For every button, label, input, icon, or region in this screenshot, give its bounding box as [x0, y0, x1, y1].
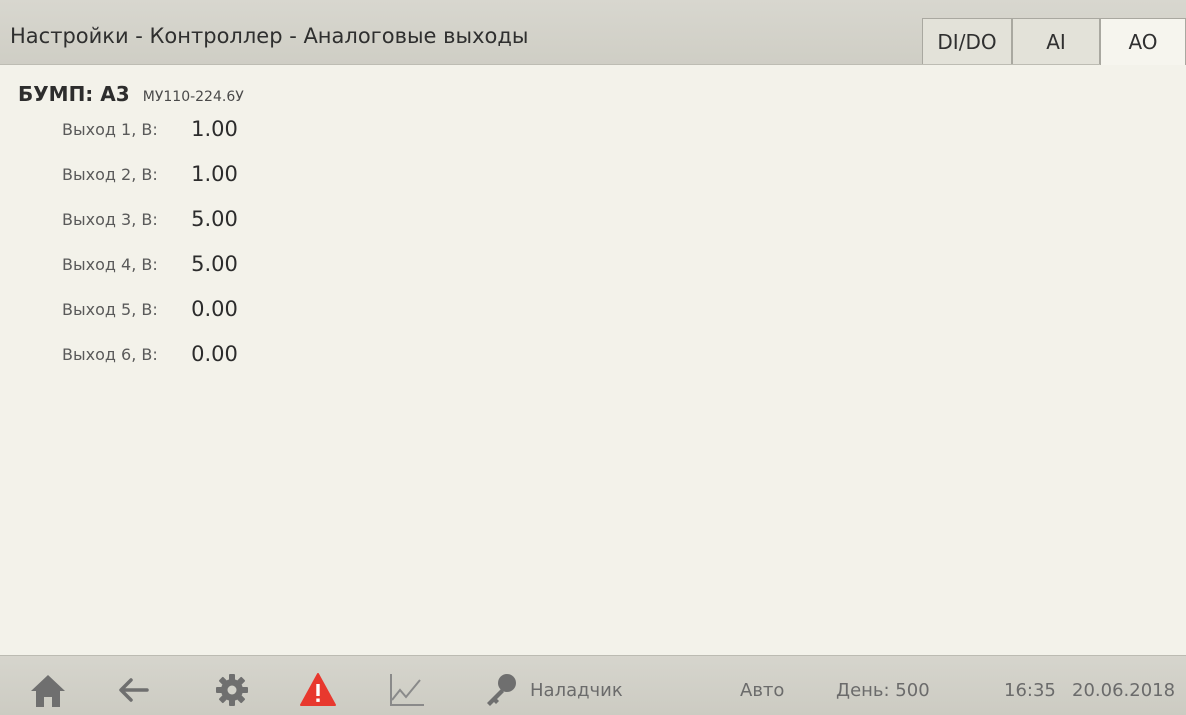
bottom-bar: Наладчик Авто День: 500 16:35 20.06.2018 — [0, 655, 1186, 715]
page-title: Настройки - Контроллер - Аналоговые выхо… — [10, 24, 529, 48]
device-heading: БУМП: А3 МУ110-224.6У — [18, 82, 244, 106]
screen: Настройки - Контроллер - Аналоговые выхо… — [0, 0, 1186, 715]
output-label: Выход 4, В: — [62, 254, 158, 274]
output-row: Выход 2, В: 1.00 — [62, 162, 238, 192]
output-label: Выход 6, В: — [62, 344, 158, 364]
device-model: МУ110-224.6У — [142, 89, 244, 105]
output-value[interactable]: 0.00 — [191, 297, 238, 321]
alarm-icon[interactable] — [298, 670, 338, 710]
output-label: Выход 3, В: — [62, 209, 158, 229]
output-label: Выход 1, В: — [62, 119, 158, 139]
day-counter: День: 500 — [836, 680, 930, 701]
output-label: Выход 5, В: — [62, 299, 158, 319]
tab-ao[interactable]: AO — [1100, 18, 1186, 65]
tab-ai[interactable]: AI — [1012, 18, 1100, 64]
back-arrow-icon[interactable] — [114, 670, 154, 710]
user-role-label: Наладчик — [530, 680, 623, 701]
output-value[interactable]: 1.00 — [191, 117, 238, 141]
header-bar: Настройки - Контроллер - Аналоговые выхо… — [0, 0, 1186, 65]
gear-icon[interactable] — [212, 670, 252, 710]
device-name: БУМП: А3 — [18, 82, 130, 106]
output-value[interactable]: 1.00 — [191, 162, 238, 186]
output-label: Выход 2, В: — [62, 164, 158, 184]
output-row: Выход 1, В: 1.00 — [62, 117, 238, 147]
output-row: Выход 3, В: 5.00 — [62, 207, 238, 237]
output-row: Выход 6, В: 0.00 — [62, 342, 238, 372]
output-value[interactable]: 0.00 — [191, 342, 238, 366]
clock-date: 20.06.2018 — [1072, 680, 1176, 701]
output-row: Выход 5, В: 0.00 — [62, 297, 238, 327]
output-value[interactable]: 5.00 — [191, 207, 238, 231]
clock-time: 16:35 — [1004, 680, 1056, 701]
output-value[interactable]: 5.00 — [191, 252, 238, 276]
output-row: Выход 4, В: 5.00 — [62, 252, 238, 282]
mode-label: Авто — [740, 680, 785, 701]
tab-di-do[interactable]: DI/DO — [922, 18, 1012, 64]
home-icon[interactable] — [28, 670, 68, 710]
key-icon[interactable] — [482, 670, 522, 710]
trend-chart-icon[interactable] — [386, 670, 426, 710]
